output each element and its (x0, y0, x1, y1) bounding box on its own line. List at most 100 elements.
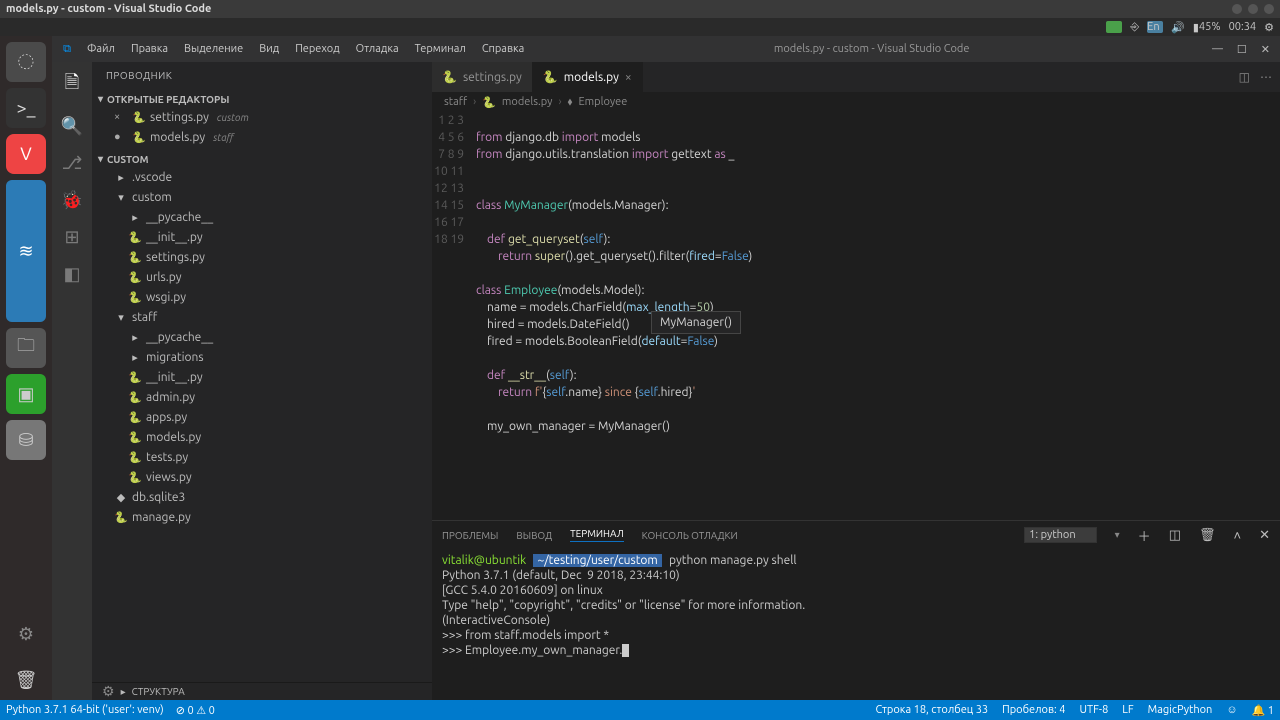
folder-item[interactable]: ▾custom (92, 187, 432, 207)
modified-icon[interactable]: ● (114, 131, 128, 143)
file-item[interactable]: 🐍urls.py (92, 267, 432, 287)
status-language[interactable]: MagicPython (1148, 704, 1213, 717)
panel-tab-debug-console[interactable]: Консоль отладки (642, 530, 738, 541)
tab-models[interactable]: 🐍 models.py × (533, 62, 643, 92)
breadcrumb[interactable]: staff› 🐍 models.py› ⬧ Employee (432, 92, 1280, 112)
menu-terminal[interactable]: Терминал (408, 43, 473, 55)
open-editor-item[interactable]: ●🐍models.pystaff (92, 127, 432, 147)
dock-app-icon[interactable]: ▣ (6, 374, 46, 414)
status-cursor[interactable]: Строка 18, столбец 33 (876, 704, 989, 717)
open-editor-item[interactable]: ×🐍settings.pycustom (92, 107, 432, 127)
chevron-icon: ▾ (114, 311, 128, 324)
split-editor-icon[interactable]: ◫ (1239, 70, 1250, 84)
status-notifications-icon[interactable]: 🔔 1 (1252, 704, 1274, 717)
status-problems[interactable]: ⊘ 0 ⚠ 0 (176, 704, 215, 717)
os-minimize-icon[interactable] (1232, 4, 1242, 14)
status-feedback-icon[interactable]: ☺ (1226, 704, 1237, 717)
chevron-icon: ▾ (114, 191, 128, 204)
close-panel-icon[interactable]: ✕ (1259, 528, 1270, 543)
outline-header[interactable]: ⚙ ▸ Структура (92, 682, 432, 700)
activity-search-icon[interactable]: 🔍 (61, 116, 83, 137)
status-encoding[interactable]: UTF-8 (1079, 704, 1108, 717)
folder-item[interactable]: ▸__pycache__ (92, 327, 432, 347)
kill-terminal-icon[interactable]: 🗑 (1199, 528, 1216, 543)
file-item[interactable]: 🐍views.py (92, 467, 432, 487)
status-indent[interactable]: Пробелов: 4 (1002, 704, 1065, 717)
clock[interactable]: 00:34 (1229, 21, 1257, 33)
menu-view[interactable]: Вид (252, 43, 286, 55)
tab-close-icon[interactable]: × (625, 71, 632, 84)
terminal[interactable]: vitalik@ubuntik ~/testing/user/custom py… (432, 549, 1280, 700)
activity-explorer-icon[interactable]: 🗎 (65, 70, 79, 100)
workspace-header[interactable]: ▾ CUSTOM (92, 151, 432, 167)
file-item[interactable]: 🐍settings.py (92, 247, 432, 267)
system-gear-icon[interactable]: ⚙ (1264, 21, 1274, 34)
menu-go[interactable]: Переход (288, 43, 346, 55)
menu-edit[interactable]: Правка (124, 43, 175, 55)
battery-icon[interactable]: ▮45% (1193, 21, 1221, 34)
os-titlebar: models.py - custom - Visual Studio Code (0, 0, 1280, 18)
file-item[interactable]: 🐍admin.py (92, 387, 432, 407)
dock-terminal-icon[interactable]: >_ (6, 88, 46, 128)
file-item[interactable]: 🐍__init__.py (92, 367, 432, 387)
close-icon[interactable]: × (114, 111, 128, 123)
dock-files-icon[interactable]: 🗀 (6, 328, 46, 368)
folder-item[interactable]: ▸migrations (92, 347, 432, 367)
file-icon: 🐍 (114, 511, 128, 524)
folder-item[interactable]: ▸.vscode (92, 167, 432, 187)
file-item[interactable]: ◆db.sqlite3 (92, 487, 432, 507)
dock-dash-icon[interactable]: ◌ (6, 42, 46, 82)
tray-indicator-icon[interactable] (1106, 21, 1122, 33)
panel-tab-terminal[interactable]: Терминал (570, 528, 624, 542)
dock-trash-icon[interactable]: 🗑 (6, 660, 46, 700)
menu-file[interactable]: Файл (80, 43, 122, 55)
python-file-icon: 🐍 (543, 70, 558, 84)
lang-indicator[interactable]: En (1147, 21, 1163, 33)
panel-tab-problems[interactable]: Проблемы (442, 530, 498, 541)
menu-selection[interactable]: Выделение (177, 43, 250, 55)
code-editor[interactable]: 1 2 3 4 5 6 7 8 9 10 11 12 13 14 15 16 1… (432, 112, 1280, 520)
activity-extra-icon[interactable]: ◧ (63, 264, 80, 285)
os-maximize-icon[interactable] (1248, 4, 1258, 14)
folder-item[interactable]: ▾staff (92, 307, 432, 327)
split-terminal-icon[interactable]: ◫ (1169, 528, 1181, 543)
os-close-icon[interactable] (1264, 4, 1274, 14)
minimize-icon[interactable]: — (1212, 43, 1223, 56)
status-python[interactable]: Python 3.7.1 64-bit ('user': venv) (6, 704, 164, 717)
file-item[interactable]: 🐍apps.py (92, 407, 432, 427)
new-terminal-icon[interactable]: ＋ (1138, 526, 1151, 545)
dock-settings-icon[interactable]: ⚙ (6, 614, 46, 654)
os-top-panel: ⎆ En 🔊 ▮45% 00:34 ⚙ (0, 18, 1280, 36)
signature-hint: MyManager() (651, 311, 741, 334)
dock-vivaldi-icon[interactable]: V (6, 134, 46, 174)
settings-icon[interactable]: ⚙ (102, 683, 115, 700)
file-item[interactable]: 🐍tests.py (92, 447, 432, 467)
activity-extensions-icon[interactable]: ⊞ (64, 227, 79, 248)
volume-icon[interactable]: 🔊 (1171, 21, 1185, 34)
activity-debug-icon[interactable]: 🐞 (61, 190, 83, 211)
dock-vscode-icon[interactable]: ≋ (6, 180, 46, 322)
os-window-controls (1232, 4, 1274, 14)
dock-disk-icon[interactable]: ⛁ (6, 420, 46, 460)
file-item[interactable]: 🐍__init__.py (92, 227, 432, 247)
more-actions-icon[interactable]: ⋯ (1260, 70, 1272, 84)
python-file-icon: 🐍 (442, 70, 457, 84)
file-item[interactable]: 🐍wsgi.py (92, 287, 432, 307)
activity-scm-icon[interactable]: ⎇ (62, 153, 83, 174)
tab-settings[interactable]: 🐍 settings.py (432, 62, 533, 92)
status-eol[interactable]: LF (1122, 704, 1133, 717)
terminal-selector[interactable]: 1: python (1024, 527, 1096, 543)
close-icon[interactable]: ✕ (1261, 43, 1270, 56)
maximize-icon[interactable]: ☐ (1237, 43, 1247, 56)
open-editors-header[interactable]: ▾ Открытые редакторы (92, 91, 432, 107)
folder-item[interactable]: ▸__pycache__ (92, 207, 432, 227)
wifi-icon[interactable]: ⎆ (1130, 21, 1139, 34)
file-item[interactable]: 🐍models.py (92, 427, 432, 447)
chevron-icon: ▸ (128, 211, 142, 224)
maximize-panel-icon[interactable]: ˄ (1234, 528, 1242, 543)
file-item[interactable]: 🐍manage.py (92, 507, 432, 527)
menu-debug[interactable]: Отладка (349, 43, 406, 55)
menu-help[interactable]: Справка (475, 43, 532, 55)
panel-tab-output[interactable]: Вывод (516, 530, 552, 541)
file-icon: 🐍 (128, 291, 142, 304)
